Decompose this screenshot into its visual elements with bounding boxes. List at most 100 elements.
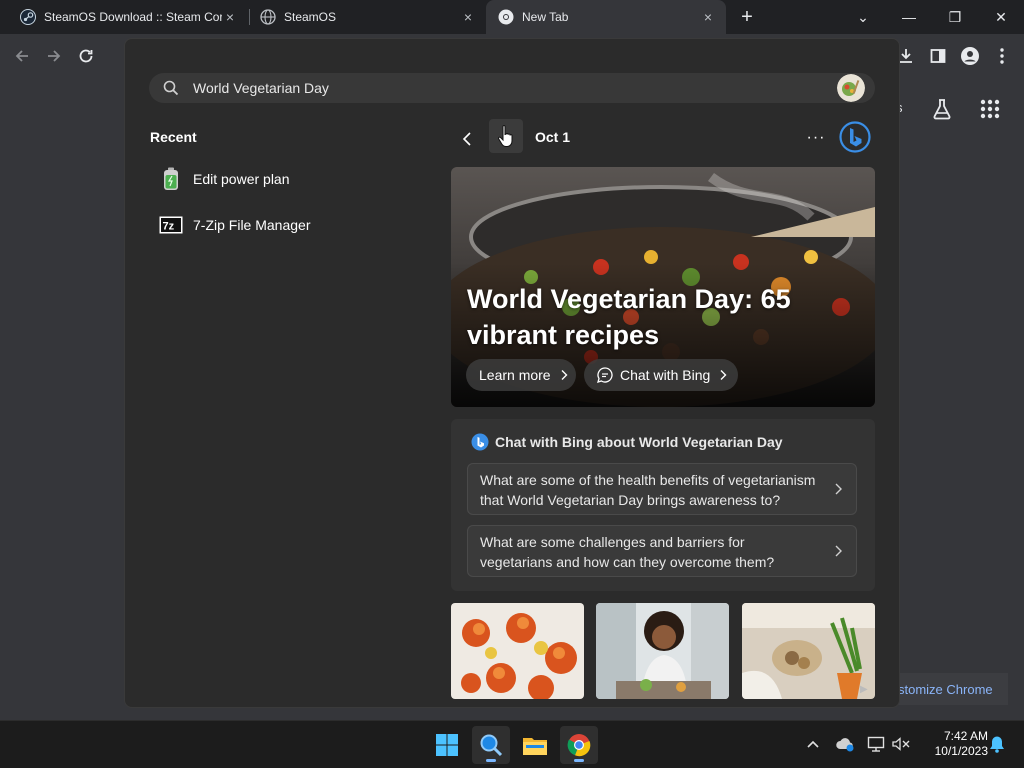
svg-text:7z: 7z	[163, 221, 175, 233]
chrome-icon	[567, 734, 591, 757]
bing-icon	[471, 433, 489, 451]
tab-title: SteamOS Download :: Steam Cor	[44, 10, 222, 24]
search-input[interactable]	[191, 79, 837, 97]
thumbnail-woman-cooking[interactable]	[596, 603, 729, 699]
hero-title[interactable]: World Vegetarian Day: 65 vibrant recipes	[467, 281, 827, 353]
7zip-icon: 7z	[159, 213, 183, 237]
network-tray-button[interactable]	[866, 733, 888, 755]
tab-title: SteamOS	[284, 10, 337, 24]
tab-title: New Tab	[522, 10, 569, 24]
learn-more-button[interactable]: Learn more	[466, 359, 576, 391]
labs-button[interactable]	[930, 97, 954, 121]
notifications-button[interactable]	[986, 733, 1008, 755]
thumbnail-cauliflower[interactable]	[451, 603, 584, 699]
volume-tray-button[interactable]	[890, 733, 912, 755]
search-icon	[480, 734, 503, 757]
kebab-menu-icon	[1000, 48, 1004, 64]
hero-card[interactable]: World Vegetarian Day: 65 vibrant recipes…	[451, 167, 875, 407]
google-apps-button[interactable]	[978, 97, 1002, 121]
chevron-right-icon	[835, 545, 842, 557]
thumbnail-vegetables[interactable]	[742, 603, 875, 699]
chat-question-2[interactable]: What are some challenges and barriers fo…	[467, 525, 857, 577]
tab-new-tab[interactable]: New Tab ×	[486, 0, 726, 34]
bell-icon	[990, 736, 1004, 753]
side-panel-button[interactable]	[926, 44, 950, 68]
close-tab-icon[interactable]: ×	[700, 9, 716, 25]
recent-item-label: Edit power plan	[193, 171, 290, 187]
taskbar-clock[interactable]: 7:42 AM 10/1/2023	[918, 729, 988, 759]
chrome-taskbar-button[interactable]	[560, 726, 598, 764]
chat-heading: Chat with Bing about World Vegetarian Da…	[471, 433, 783, 451]
apps-grid-icon	[980, 99, 1000, 119]
minimize-button[interactable]: —	[886, 0, 932, 34]
recent-item-label: 7-Zip File Manager	[193, 217, 311, 233]
reload-icon	[79, 49, 93, 63]
question-text: What are some challenges and barriers fo…	[480, 534, 775, 570]
profile-icon	[961, 47, 979, 65]
windows-taskbar: 7:42 AM 10/1/2023	[0, 720, 1024, 768]
taskbar-search-button[interactable]	[472, 726, 510, 764]
volume-muted-icon	[892, 737, 910, 751]
forward-button[interactable]	[42, 44, 66, 68]
chevron-right-icon	[561, 370, 568, 380]
close-tab-icon[interactable]: ×	[222, 9, 238, 25]
windows-start-icon	[436, 734, 458, 756]
more-options-button[interactable]: ···	[803, 125, 829, 151]
chat-bubble-icon	[597, 367, 613, 383]
bing-chat-suggestions: Chat with Bing about World Vegetarian Da…	[451, 419, 875, 591]
clock-date: 10/1/2023	[934, 744, 988, 758]
chevron-right-icon	[835, 483, 842, 495]
profile-button[interactable]	[958, 44, 982, 68]
start-button[interactable]	[428, 726, 466, 764]
browser-titlebar: SteamOS Download :: Steam Cor × SteamOS …	[0, 0, 1024, 34]
chrome-menu-button[interactable]	[990, 44, 1014, 68]
search-icon	[163, 80, 179, 96]
previous-day-button[interactable]	[455, 127, 479, 151]
flask-icon	[933, 99, 951, 120]
active-indicator	[486, 759, 496, 762]
thumbnails-scroll-right-icon[interactable]: ▶	[860, 684, 868, 695]
cloud-icon	[836, 738, 854, 752]
search-box[interactable]	[149, 73, 875, 103]
onedrive-tray-button[interactable]	[834, 733, 856, 755]
show-hidden-icons-button[interactable]	[802, 733, 824, 755]
close-window-button[interactable]: ✕	[978, 0, 1024, 34]
reload-button[interactable]	[74, 44, 98, 68]
recent-item-edit-power-plan[interactable]: Edit power plan	[159, 166, 290, 192]
side-panel-icon	[930, 49, 946, 63]
question-text: What are some of the health benefits of …	[480, 472, 816, 508]
date-label: Oct 1	[535, 129, 571, 145]
chrome-icon	[498, 9, 514, 25]
chat-with-bing-button[interactable]: Chat with Bing	[584, 359, 738, 391]
bing-icon	[839, 121, 871, 153]
related-thumbnails	[451, 603, 875, 703]
chat-question-1[interactable]: What are some of the health benefits of …	[467, 463, 857, 515]
active-indicator	[574, 759, 584, 762]
file-explorer-icon	[523, 738, 547, 755]
globe-icon	[260, 9, 276, 25]
network-icon	[867, 736, 885, 752]
steam-icon	[20, 9, 36, 25]
clock-time: 7:42 AM	[943, 729, 988, 743]
chevron-right-icon	[720, 370, 727, 380]
search-highlight-thumbnail[interactable]	[837, 74, 865, 102]
arrow-left-icon	[15, 50, 28, 62]
next-day-button[interactable]	[489, 119, 523, 153]
hand-pointer-icon	[498, 125, 513, 147]
chevron-left-icon	[462, 132, 471, 146]
close-tab-icon[interactable]: ×	[460, 9, 476, 25]
tab-steamos[interactable]: SteamOS ×	[248, 0, 486, 34]
tab-steamos-download[interactable]: SteamOS Download :: Steam Cor ×	[8, 0, 248, 34]
arrow-right-icon	[48, 50, 61, 62]
new-tab-button[interactable]: +	[736, 6, 758, 28]
bing-chat-button[interactable]	[837, 119, 873, 155]
file-explorer-button[interactable]	[516, 726, 554, 764]
windows-search-flyout: Recent Edit power plan 7z 7-Zip File Man…	[124, 38, 900, 708]
restore-button[interactable]: ❐	[932, 0, 978, 34]
battery-icon	[159, 167, 183, 191]
recent-heading: Recent	[150, 129, 197, 145]
back-button[interactable]	[10, 44, 34, 68]
tab-search-button[interactable]: ⌄	[840, 0, 886, 34]
recent-item-7zip[interactable]: 7z 7-Zip File Manager	[159, 212, 311, 238]
chat-with-bing-label: Chat with Bing	[620, 367, 711, 383]
